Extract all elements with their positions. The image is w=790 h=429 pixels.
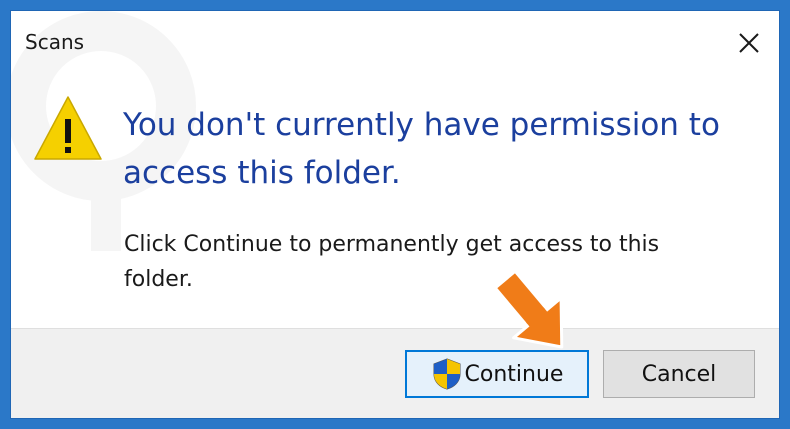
cancel-button[interactable]: Cancel — [603, 350, 755, 398]
uac-shield-icon — [433, 358, 461, 390]
window-title: Scans — [25, 30, 85, 54]
close-button[interactable] — [729, 23, 769, 63]
continue-button[interactable]: Continue — [405, 350, 589, 398]
message-description: Click Continue to permanently get access… — [124, 232, 660, 292]
title-bar: Scans — [11, 11, 779, 75]
warning-icon — [34, 96, 102, 160]
message-heading: You don't currently have permission to a… — [123, 107, 720, 191]
dialog-window: Scans You don't currently have permissio… — [10, 10, 780, 419]
continue-label: Continue — [464, 361, 564, 387]
cancel-label: Cancel — [641, 361, 717, 387]
button-bar: Continue Cancel — [11, 328, 779, 418]
close-icon — [739, 33, 759, 53]
